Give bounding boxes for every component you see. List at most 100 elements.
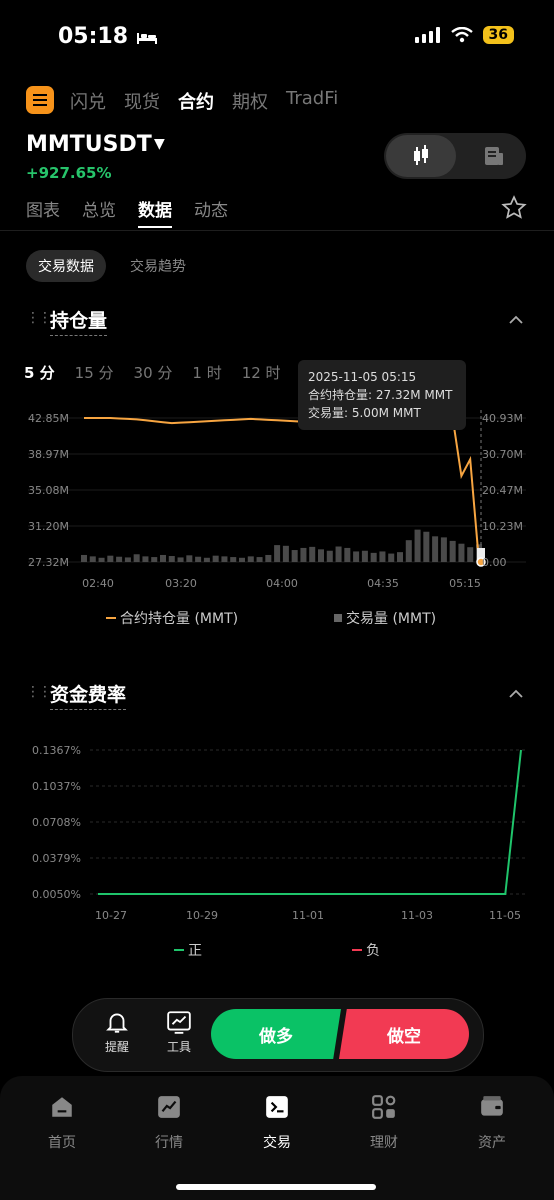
x-axis-tick: 10-29 (186, 909, 218, 922)
chevron-up-icon[interactable] (508, 684, 524, 703)
tooltip-oi: 合约持仓量: 27.32M MMT (308, 388, 453, 402)
volume-bar (300, 547, 307, 562)
volume-bar (440, 537, 447, 562)
range-5m[interactable]: 5 分 (24, 362, 55, 383)
y-axis-tick: 0.1367% (32, 744, 81, 757)
alert-label: 提醒 (104, 1040, 129, 1054)
oi-section-title: 持仓量 (50, 306, 108, 336)
tab-futures[interactable]: 合约 (178, 88, 214, 114)
nav-earn[interactable]: 理财 (344, 1094, 424, 1152)
volume-bar (282, 545, 289, 562)
volume-bar (221, 556, 228, 562)
volume-bar (177, 557, 184, 562)
long-button[interactable]: 做多 (211, 1009, 341, 1059)
chart-tool-icon (167, 1011, 191, 1034)
pill-trading-trend[interactable]: 交易趋势 (130, 256, 186, 276)
nav-home[interactable]: 首页 (22, 1094, 102, 1152)
view-toggle[interactable] (384, 133, 526, 179)
legend-volume[interactable]: 交易量 (MMT) (334, 608, 436, 628)
volume-bar (116, 556, 123, 562)
nav-markets[interactable]: 行情 (129, 1094, 209, 1152)
legend-volume-label: 交易量 (MMT) (346, 611, 437, 627)
wifi-icon (450, 27, 473, 43)
caret-down-icon[interactable]: ▼ (154, 136, 165, 152)
volume-bar (168, 556, 175, 562)
menu-button[interactable] (26, 86, 54, 114)
battery-level: 36 (482, 26, 514, 44)
volume-bar (124, 557, 131, 562)
pill-trading-data[interactable]: 交易数据 (26, 250, 106, 282)
candlestick-view-button[interactable] (386, 135, 456, 177)
nav-trade[interactable]: 交易 (237, 1094, 317, 1152)
volume-bar (186, 555, 193, 562)
left-axis-tick: 42.85M (28, 412, 69, 425)
volume-bar (388, 553, 395, 562)
funding-chart[interactable]: 0.1367% 0.1037% 0.0708% 0.0379% 0.0050% 10-2… (0, 730, 554, 930)
tab-tradfi[interactable]: TradFi (286, 88, 338, 114)
left-axis-tick: 35.08M (28, 484, 69, 497)
right-axis-tick: 40.93M (482, 412, 523, 425)
volume-bar (458, 543, 465, 562)
right-axis-tick: 20.47M (482, 484, 523, 497)
pair-symbol[interactable]: MMTUSDT (26, 132, 152, 157)
range-12h[interactable]: 12 时 (242, 362, 281, 383)
legend-positive-swatch (174, 949, 184, 951)
volume-bar (291, 550, 298, 562)
volume-bar (107, 555, 114, 562)
menu-icon (33, 94, 47, 106)
volume-bar (432, 536, 439, 562)
x-axis-tick: 11-05 (489, 909, 521, 922)
tab-chart[interactable]: 图表 (26, 196, 60, 228)
right-axis-tick: 0.00 (482, 556, 507, 569)
legend-positive[interactable]: 正 (174, 940, 202, 960)
market-chart-icon (158, 1096, 180, 1118)
nav-assets-label: 资产 (478, 1135, 506, 1151)
legend-positive-label: 正 (188, 943, 202, 959)
volume-bar (80, 554, 88, 562)
y-axis-tick: 0.0379% (32, 852, 81, 865)
nav-trade-label: 交易 (263, 1135, 291, 1151)
volume-bar (353, 551, 360, 562)
volume-bar (326, 550, 333, 562)
legend-oi[interactable]: 合约持仓量 (MMT) (106, 608, 238, 628)
range-30m[interactable]: 30 分 (134, 362, 173, 383)
tooltip-volume: 交易量: 5.00M MMT (308, 406, 421, 420)
nav-markets-label: 行情 (155, 1135, 183, 1151)
order-book-view-button[interactable] (484, 145, 504, 171)
legend-oi-swatch (106, 617, 116, 619)
funding-section-title: 资金费率 (50, 680, 127, 710)
y-axis-tick: 0.0050% (32, 888, 81, 901)
short-button[interactable]: 做空 (339, 1009, 469, 1059)
tab-feed[interactable]: 动态 (194, 196, 228, 228)
earn-icon (372, 1095, 396, 1119)
chevron-up-icon[interactable] (508, 310, 524, 329)
document-icon (485, 147, 503, 165)
star-icon[interactable] (501, 195, 527, 225)
tab-data[interactable]: 数据 (138, 196, 172, 228)
tab-spot[interactable]: 现货 (124, 88, 160, 114)
oi-chart[interactable]: 42.85M 38.97M 35.08M 31.20M 27.32M 40.93M 30.… (0, 400, 554, 600)
left-axis-tick: 27.32M (28, 556, 69, 569)
status-icons: 36 (414, 26, 514, 44)
legend-oi-label: 合约持仓量 (MMT) (120, 611, 239, 627)
divider (0, 230, 554, 231)
x-axis-tick: 05:15 (449, 577, 481, 590)
volume-bar (256, 557, 263, 562)
tab-overview[interactable]: 总览 (82, 196, 116, 228)
alert-button[interactable]: 提醒 (97, 1009, 137, 1055)
range-1h[interactable]: 1 时 (192, 362, 221, 383)
tab-swap[interactable]: 闪兑 (70, 88, 106, 114)
product-tabs: 闪兑 现货 合约 期权 TradFi (70, 88, 338, 114)
drag-handle-icon[interactable]: ⋮⋮ (26, 684, 52, 700)
drag-handle-icon[interactable]: ⋮⋮ (26, 310, 52, 326)
tools-button[interactable]: 工具 (159, 1009, 199, 1055)
legend-negative[interactable]: 负 (352, 940, 380, 960)
nav-assets[interactable]: 资产 (452, 1094, 532, 1152)
range-15m[interactable]: 15 分 (75, 362, 114, 383)
volume-bar (414, 529, 421, 562)
signal-icon (414, 27, 440, 43)
volume-bar (89, 556, 96, 562)
tab-options[interactable]: 期权 (232, 88, 268, 114)
nav-home-label: 首页 (48, 1135, 76, 1151)
price-change: +927.65% (26, 164, 112, 182)
